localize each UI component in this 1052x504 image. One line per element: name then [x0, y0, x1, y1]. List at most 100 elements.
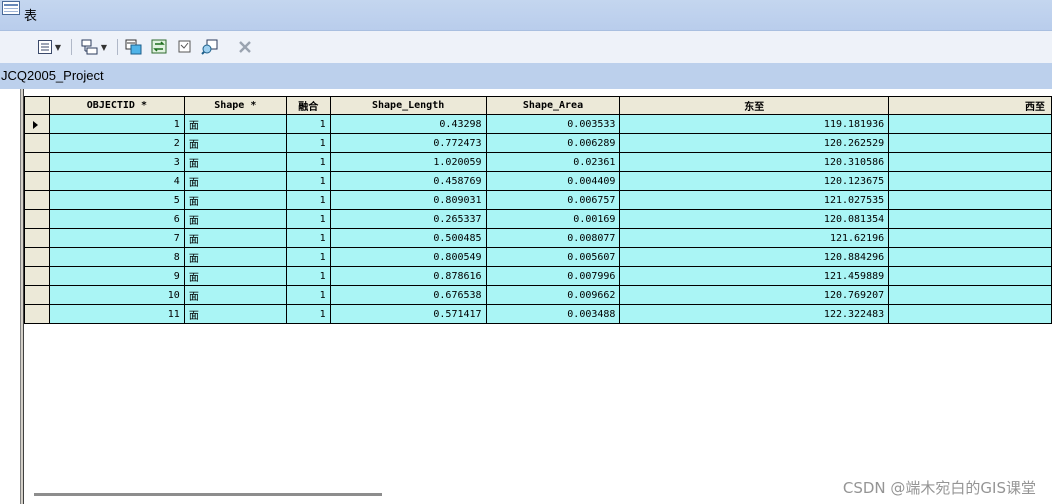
- table-cell[interactable]: 121.62196: [619, 228, 890, 248]
- table-cell[interactable]: [888, 171, 1052, 191]
- table-options-button[interactable]: ▼: [34, 38, 64, 56]
- table-row[interactable]: 5 面 1 0.809031 0.006757 121.027535: [24, 190, 1052, 210]
- table-cell[interactable]: 0.800549: [329, 247, 487, 267]
- table-cell[interactable]: 0.676538: [329, 285, 487, 305]
- table-cell[interactable]: 2: [48, 133, 185, 153]
- table-cell[interactable]: 6: [48, 209, 185, 229]
- table-row[interactable]: 4 面 1 0.458769 0.004409 120.123675: [24, 171, 1052, 191]
- table-cell[interactable]: [888, 304, 1052, 324]
- table-cell[interactable]: 122.322483: [619, 304, 890, 324]
- column-header[interactable]: OBJECTID *: [48, 96, 185, 115]
- table-row[interactable]: 1 面 1 0.43298 0.003533 119.181936: [24, 114, 1052, 134]
- row-selector[interactable]: [24, 228, 50, 248]
- table-cell[interactable]: 8: [48, 247, 185, 267]
- table-cell[interactable]: 120.123675: [619, 171, 890, 191]
- row-selector[interactable]: [24, 266, 50, 286]
- table-cell[interactable]: 0.004409: [485, 171, 621, 191]
- table-cell[interactable]: 1: [285, 247, 331, 267]
- switch-selection-button[interactable]: [150, 38, 170, 56]
- table-cell[interactable]: 0.878616: [329, 266, 487, 286]
- table-row[interactable]: 10 面 1 0.676538 0.009662 120.769207: [24, 285, 1052, 305]
- table-cell[interactable]: 0.02361: [485, 152, 621, 172]
- table-cell[interactable]: 面: [183, 133, 287, 153]
- table-cell[interactable]: [888, 133, 1052, 153]
- table-cell[interactable]: 121.027535: [619, 190, 890, 210]
- table-cell[interactable]: 1: [285, 228, 331, 248]
- table-cell[interactable]: 0.006757: [485, 190, 621, 210]
- row-selector[interactable]: [24, 209, 50, 229]
- table-row[interactable]: 9 面 1 0.878616 0.007996 121.459889: [24, 266, 1052, 286]
- column-header[interactable]: Shape_Length: [329, 96, 487, 115]
- table-cell[interactable]: 面: [183, 304, 287, 324]
- row-selector[interactable]: [24, 304, 50, 324]
- row-selector[interactable]: [24, 171, 50, 191]
- table-cell[interactable]: 1: [48, 114, 185, 134]
- table-row[interactable]: 8 面 1 0.800549 0.005607 120.884296: [24, 247, 1052, 267]
- row-selector[interactable]: [24, 285, 50, 305]
- table-cell[interactable]: [888, 247, 1052, 267]
- table-cell[interactable]: 面: [183, 190, 287, 210]
- table-cell[interactable]: 120.769207: [619, 285, 890, 305]
- row-selector[interactable]: [24, 190, 50, 210]
- table-cell[interactable]: 0.571417: [329, 304, 487, 324]
- table-cell[interactable]: 119.181936: [619, 114, 890, 134]
- table-cell[interactable]: 0.006289: [485, 133, 621, 153]
- row-selector[interactable]: [24, 133, 50, 153]
- table-cell[interactable]: 0.007996: [485, 266, 621, 286]
- table-row[interactable]: 7 面 1 0.500485 0.008077 121.62196: [24, 228, 1052, 248]
- table-cell[interactable]: 10: [48, 285, 185, 305]
- table-cell[interactable]: 121.459889: [619, 266, 890, 286]
- table-cell[interactable]: 0.008077: [485, 228, 621, 248]
- table-cell[interactable]: 1.020059: [329, 152, 487, 172]
- table-cell[interactable]: 1: [285, 209, 331, 229]
- table-cell[interactable]: 7: [48, 228, 185, 248]
- table-cell[interactable]: 120.081354: [619, 209, 890, 229]
- table-cell[interactable]: 面: [183, 285, 287, 305]
- delete-selected-button[interactable]: [236, 38, 254, 56]
- table-cell[interactable]: 1: [285, 114, 331, 134]
- table-cell[interactable]: 1: [285, 133, 331, 153]
- layer-tab[interactable]: JCQ2005_Project: [0, 63, 1052, 89]
- table-cell[interactable]: 3: [48, 152, 185, 172]
- table-cell[interactable]: 9: [48, 266, 185, 286]
- column-header[interactable]: 西至: [888, 96, 1052, 115]
- table-cell[interactable]: 0.003533: [485, 114, 621, 134]
- table-cell[interactable]: 4: [48, 171, 185, 191]
- table-row[interactable]: 11 面 1 0.571417 0.003488 122.322483: [24, 304, 1052, 324]
- table-cell[interactable]: 面: [183, 171, 287, 191]
- table-cell[interactable]: 1: [285, 285, 331, 305]
- table-cell[interactable]: 面: [183, 266, 287, 286]
- table-cell[interactable]: 120.884296: [619, 247, 890, 267]
- table-cell[interactable]: [888, 266, 1052, 286]
- table-cell[interactable]: 0.500485: [329, 228, 487, 248]
- column-header[interactable]: Shape *: [183, 96, 287, 115]
- select-by-attributes-button[interactable]: [124, 38, 144, 56]
- table-cell[interactable]: [888, 285, 1052, 305]
- table-cell[interactable]: 面: [183, 152, 287, 172]
- column-header[interactable]: Shape_Area: [485, 96, 621, 115]
- row-selector[interactable]: [24, 114, 50, 134]
- table-cell[interactable]: 120.262529: [619, 133, 890, 153]
- table-cell[interactable]: 5: [48, 190, 185, 210]
- table-cell[interactable]: 11: [48, 304, 185, 324]
- table-cell[interactable]: [888, 228, 1052, 248]
- zoom-to-selected-button[interactable]: [200, 38, 220, 56]
- table-cell[interactable]: 0.005607: [485, 247, 621, 267]
- table-cell[interactable]: 0.772473: [329, 133, 487, 153]
- table-cell[interactable]: [888, 209, 1052, 229]
- table-cell[interactable]: 面: [183, 247, 287, 267]
- table-row[interactable]: 6 面 1 0.265337 0.00169 120.081354: [24, 209, 1052, 229]
- table-cell[interactable]: 1: [285, 304, 331, 324]
- table-cell[interactable]: 1: [285, 171, 331, 191]
- table-cell[interactable]: 0.458769: [329, 171, 487, 191]
- table-cell[interactable]: 面: [183, 228, 287, 248]
- table-cell[interactable]: 1: [285, 190, 331, 210]
- row-selector[interactable]: [24, 152, 50, 172]
- table-cell[interactable]: 0.265337: [329, 209, 487, 229]
- table-row[interactable]: 3 面 1 1.020059 0.02361 120.310586: [24, 152, 1052, 172]
- table-cell[interactable]: 0.003488: [485, 304, 621, 324]
- table-cell[interactable]: 0.43298: [329, 114, 487, 134]
- column-header[interactable]: 东至: [619, 96, 890, 115]
- row-selector-header[interactable]: [24, 96, 50, 115]
- table-cell[interactable]: [888, 190, 1052, 210]
